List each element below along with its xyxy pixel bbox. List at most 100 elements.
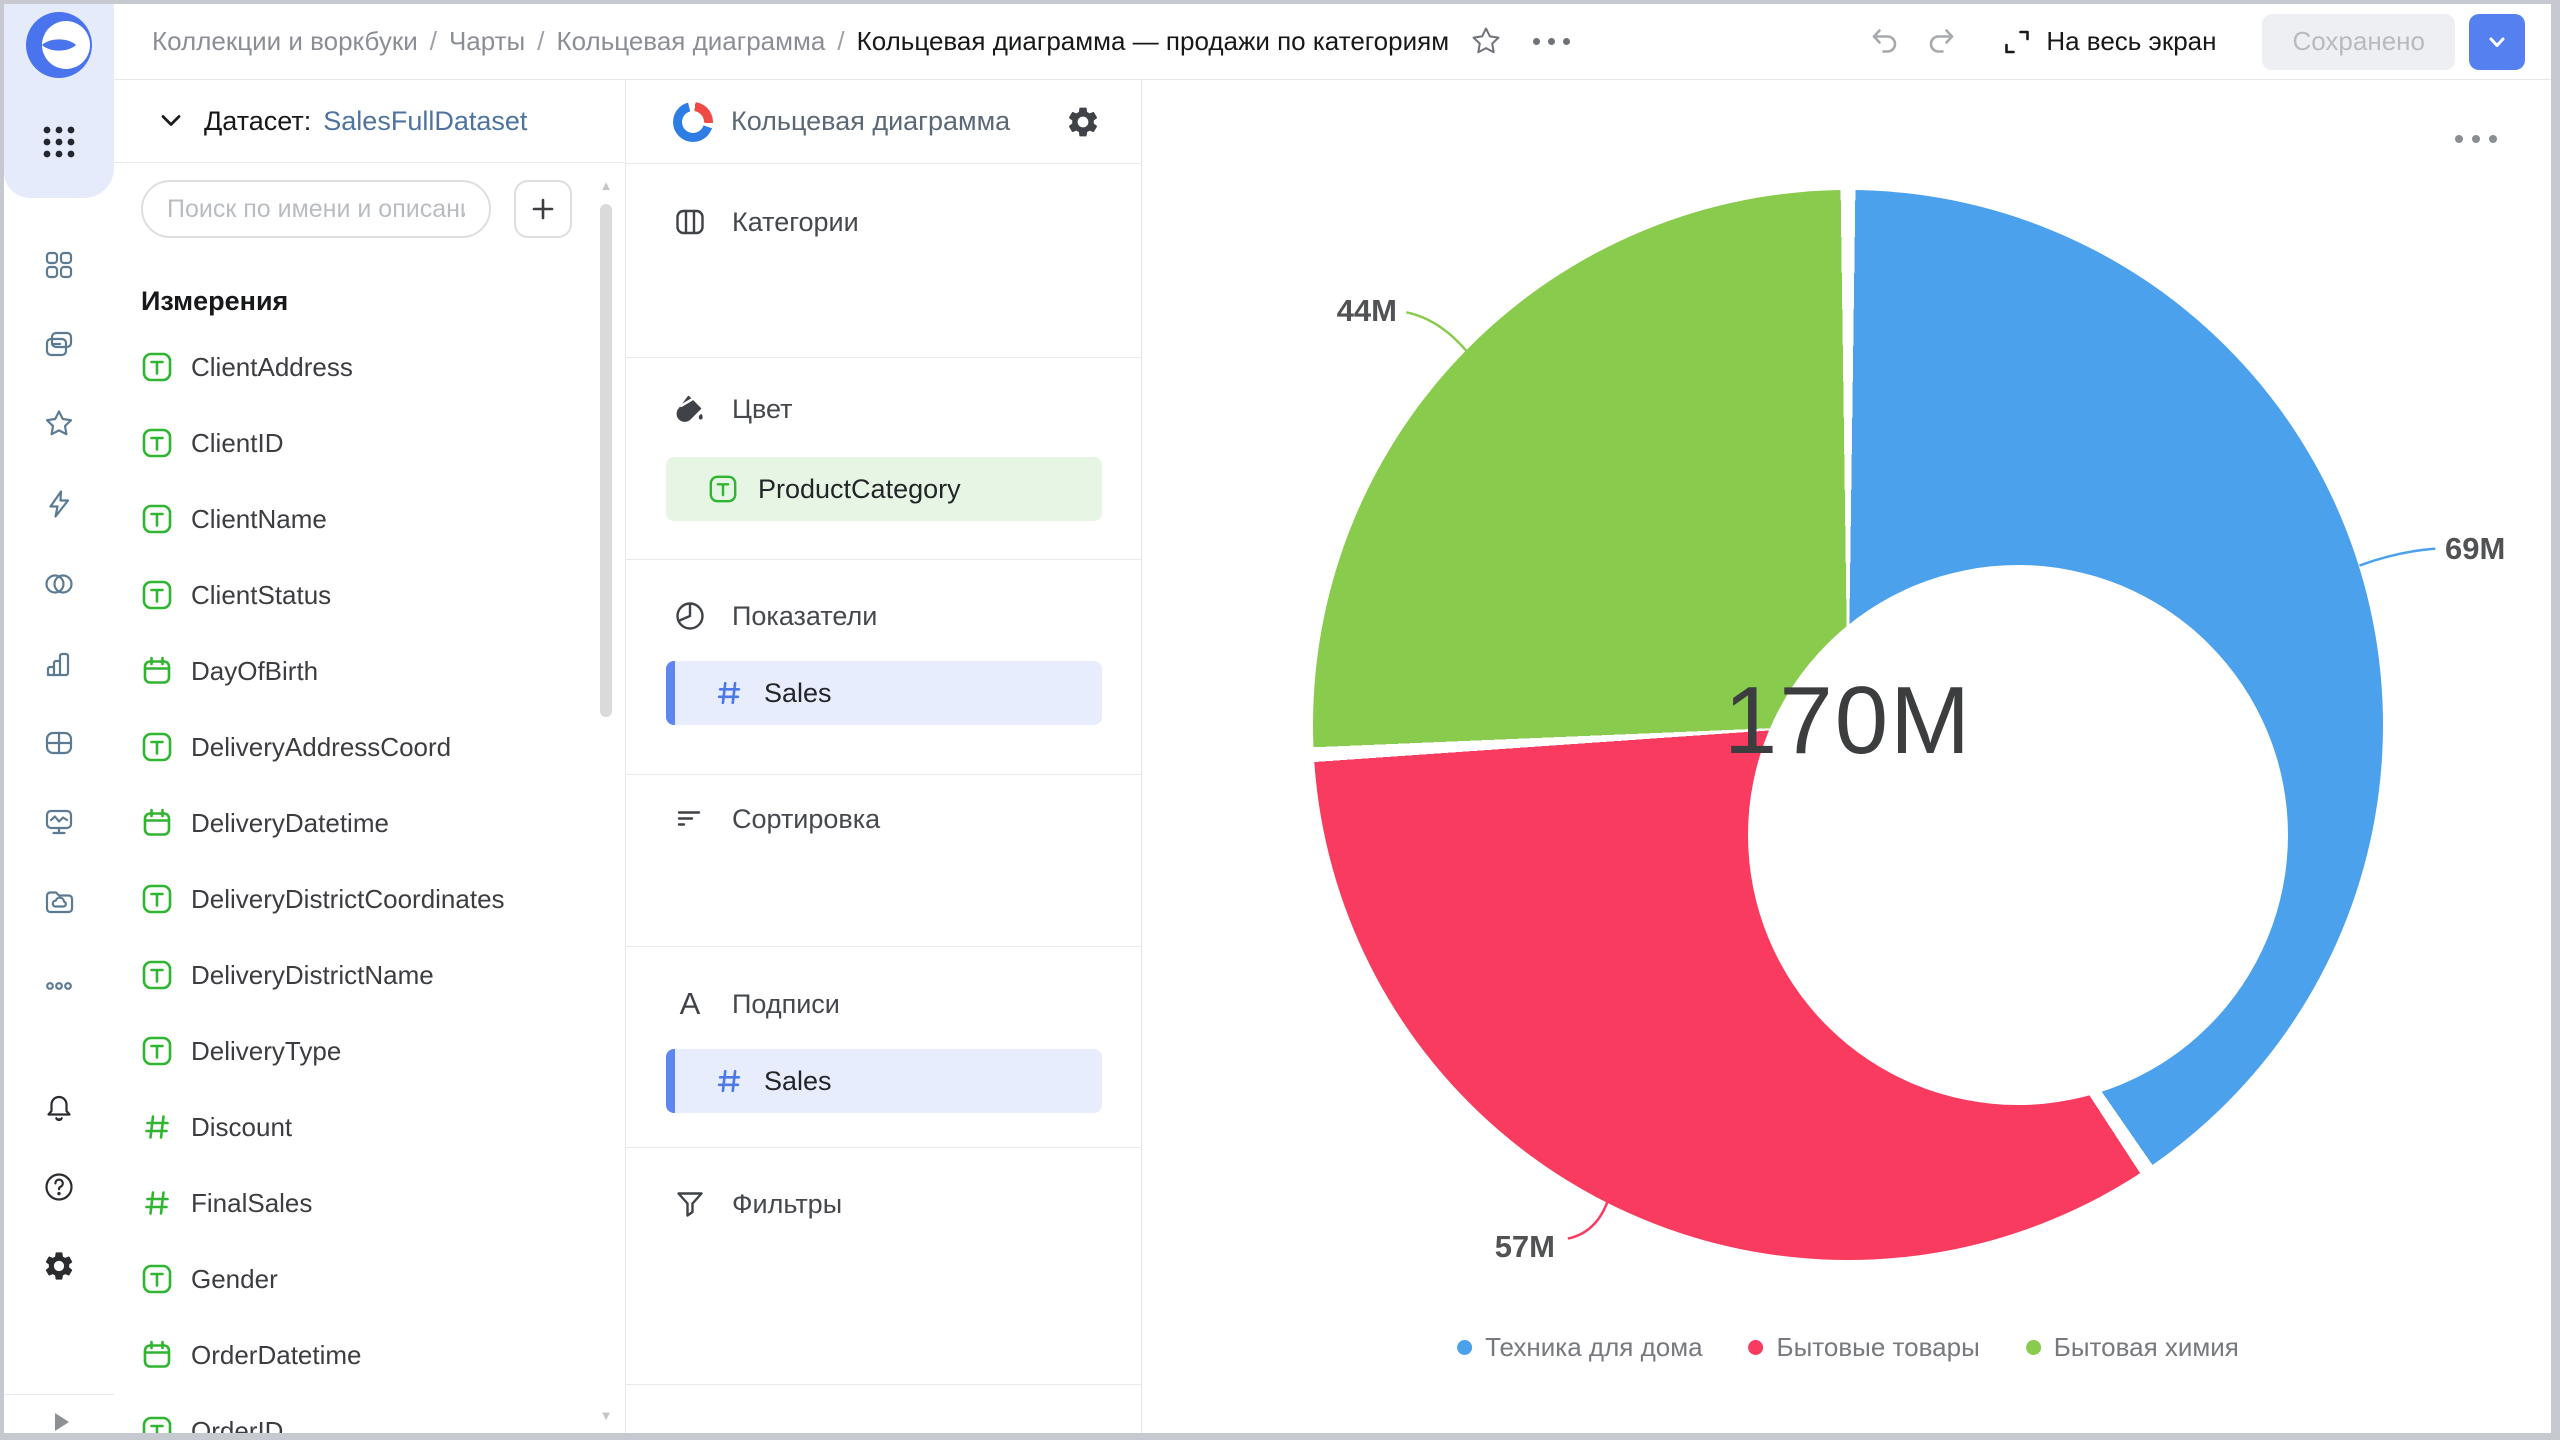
measure-field-pill[interactable]: Sales [666,661,1102,725]
nav-dashboards-icon[interactable] [42,726,76,760]
section-filters: Фильтры [673,1184,842,1224]
field-type-text-icon [708,474,738,504]
undo-icon[interactable] [1868,25,1902,59]
field-item-ClientID[interactable]: ClientID [114,405,594,481]
field-item-OrderID[interactable]: OrderID [114,1393,594,1433]
datalens-logo[interactable] [26,12,92,78]
add-field-button[interactable] [514,180,572,238]
dataset-label: Датасет: [204,106,311,137]
breadcrumb-charts[interactable]: Чарты [449,26,525,57]
field-item-OrderDatetime[interactable]: OrderDatetime [114,1317,594,1393]
field-label: DeliveryDatetime [191,808,389,839]
notifications-bell-icon[interactable] [42,1091,76,1125]
settings-gear-icon[interactable] [42,1249,76,1283]
donut-chart-type-icon[interactable] [673,102,713,142]
chart-config-panel: Кольцевая диаграмма Категории Цвет Produ… [626,80,1142,1433]
fullscreen-icon[interactable] [2000,25,2034,59]
donut-hole [1748,565,2288,1105]
categories-icon [673,205,707,239]
field-item-DeliveryType[interactable]: DeliveryType [114,1013,594,1089]
field-label: ClientID [191,428,283,459]
field-item-DeliveryDistrictCoordinates[interactable]: DeliveryDistrictCoordinates [114,861,594,937]
help-icon[interactable] [42,1170,76,1204]
breadcrumb: Коллекции и воркбуки / Чарты / Кольцевая… [152,26,1449,57]
section-sort: Сортировка [673,799,880,839]
dataset-name-link[interactable]: SalesFullDataset [323,106,527,137]
section-color: Цвет [673,389,793,429]
chart-menu-icon[interactable] [2455,135,2497,143]
legend-dot [1457,1340,1472,1355]
legend-label: Бытовая химия [2054,1332,2239,1363]
nav-workbooks-icon[interactable] [42,327,76,361]
expand-panel-icon[interactable] [44,1406,76,1438]
field-type-text-icon [141,1415,173,1433]
nav-favorites-icon[interactable] [42,407,76,441]
topbar-actions: На весь экран Сохранено [1868,14,2525,70]
page-title: Кольцевая диаграмма — продажи по категор… [857,26,1450,57]
field-type-number-icon [141,1187,173,1219]
chevron-down-icon[interactable] [156,106,186,136]
filter-funnel-icon [673,1187,707,1221]
chart-area: 170M 44M 69M 57M Техника для домаБытовые… [1143,80,2551,1433]
field-item-DeliveryDatetime[interactable]: DeliveryDatetime [114,785,594,861]
field-item-DeliveryDistrictName[interactable]: DeliveryDistrictName [114,937,594,1013]
chart-settings-gear-icon[interactable] [1065,104,1101,140]
breadcrumb-collections[interactable]: Коллекции и воркбуки [152,26,418,57]
field-type-text-icon [141,731,173,763]
field-label: DeliveryDistrictCoordinates [191,884,505,915]
apps-grid-icon[interactable] [39,122,79,162]
redo-icon[interactable] [1924,25,1958,59]
saved-button[interactable]: Сохранено [2262,14,2455,70]
chart-type-label[interactable]: Кольцевая диаграмма [731,106,1010,137]
field-label: FinalSales [191,1188,312,1219]
scroll-down-icon[interactable]: ▼ [598,1408,614,1423]
color-field-pill[interactable]: ProductCategory [666,457,1102,521]
field-item-Discount[interactable]: Discount [114,1089,594,1165]
slice-label-69m: 69M [2445,530,2505,568]
field-item-DayOfBirth[interactable]: DayOfBirth [114,633,594,709]
legend-item[interactable]: Техника для дома [1457,1332,1702,1363]
field-item-FinalSales[interactable]: FinalSales [114,1165,594,1241]
field-type-text-icon [141,1263,173,1295]
legend-dot [1749,1340,1764,1355]
breadcrumb-workbook[interactable]: Кольцевая диаграмма [556,26,825,57]
field-type-number-icon [714,678,744,708]
scroll-up-icon[interactable]: ▲ [598,178,614,193]
nav-more-icon[interactable] [42,969,76,1003]
nav-connections-icon[interactable] [42,487,76,521]
legend-label: Бытовые товары [1777,1332,1980,1363]
field-label: ClientStatus [191,580,331,611]
nav-storage-icon[interactable] [42,885,76,919]
nav-collections-icon[interactable] [42,248,76,282]
legend-item[interactable]: Бытовые товары [1749,1332,1980,1363]
field-label: OrderDatetime [191,1340,362,1371]
scrollbar-thumb[interactable] [600,204,612,717]
field-type-date-icon [141,807,173,839]
legend-dot [2026,1340,2041,1355]
field-label: OrderID [191,1416,283,1434]
field-type-text-icon [141,1035,173,1067]
dataset-header: Датасет: SalesFullDataset [114,80,625,163]
topbar: Коллекции и воркбуки / Чарты / Кольцевая… [114,4,2551,80]
fields-list: ClientAddress ClientID ClientName ClientSta… [114,329,594,1433]
field-item-Gender[interactable]: Gender [114,1241,594,1317]
dimensions-header: Измерения [141,286,288,317]
field-item-ClientAddress[interactable]: ClientAddress [114,329,594,405]
fullscreen-label[interactable]: На весь экран [2046,26,2216,57]
field-label: ClientAddress [191,352,353,383]
save-dropdown-button[interactable] [2469,14,2525,70]
nav-datasets-icon[interactable] [42,567,76,601]
field-item-ClientStatus[interactable]: ClientStatus [114,557,594,633]
field-item-ClientName[interactable]: ClientName [114,481,594,557]
label-field-pill[interactable]: Sales [666,1049,1102,1113]
field-search-input[interactable] [141,180,491,238]
legend-item[interactable]: Бытовая химия [2026,1332,2239,1363]
field-type-text-icon [141,427,173,459]
more-actions-icon[interactable] [1533,38,1570,45]
field-label: DeliveryType [191,1036,341,1067]
nav-monitoring-icon[interactable] [42,805,76,839]
nav-charts-icon[interactable] [42,647,76,681]
field-type-text-icon [141,579,173,611]
field-item-DeliveryAddressCoord[interactable]: DeliveryAddressCoord [114,709,594,785]
favorite-star-icon[interactable] [1469,25,1503,59]
